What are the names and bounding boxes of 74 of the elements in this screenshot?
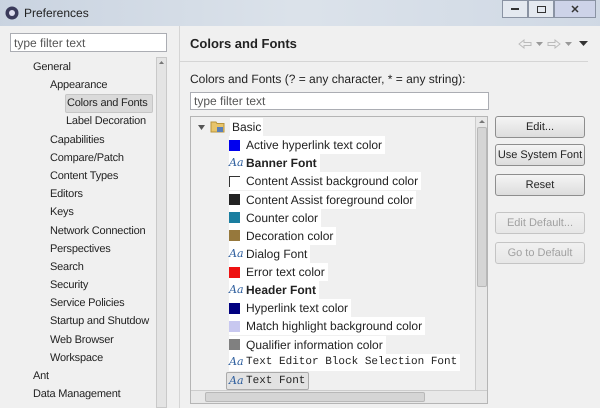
tree-item[interactable]: Data Management bbox=[32, 386, 122, 403]
tree-item[interactable]: Keys bbox=[49, 204, 75, 221]
button[interactable]: Use System Font bbox=[495, 144, 585, 166]
tree-item[interactable]: Content Assist foreground color bbox=[229, 190, 416, 209]
folder-icon bbox=[210, 120, 226, 134]
scrollbar[interactable] bbox=[156, 57, 167, 408]
filter-field[interactable]: type filter text bbox=[190, 92, 489, 110]
tree-item[interactable]: Decoration color bbox=[229, 226, 336, 245]
back-arrow-icon[interactable] bbox=[518, 38, 532, 48]
expand-arrow-icon[interactable] bbox=[197, 124, 206, 130]
tree-item[interactable]: Aa Banner Font bbox=[229, 154, 320, 172]
page-title: Colors and Fonts bbox=[190, 34, 298, 53]
scroll-thumb[interactable] bbox=[476, 127, 486, 287]
scrollbar[interactable] bbox=[475, 117, 487, 390]
tree-item[interactable]: Perspectives bbox=[49, 240, 112, 258]
tree-item[interactable]: Compare/Patch bbox=[49, 150, 125, 166]
menu-dropdown-icon[interactable] bbox=[579, 41, 588, 46]
tree-item[interactable]: Qualifier information color bbox=[229, 336, 386, 354]
tree-item[interactable]: Search bbox=[49, 258, 85, 276]
tree-item[interactable]: Service Policies bbox=[49, 295, 126, 312]
tree-item[interactable]: Startup and Shutdow bbox=[49, 313, 150, 330]
color-swatch bbox=[229, 212, 240, 224]
tree-item[interactable]: Editors bbox=[49, 186, 84, 203]
tree-item[interactable]: Appearance bbox=[49, 77, 108, 94]
scroll-thumb[interactable] bbox=[205, 392, 425, 402]
tree-item[interactable]: Label Decoration bbox=[65, 113, 147, 130]
tree-item[interactable]: General bbox=[32, 58, 72, 76]
close-icon bbox=[571, 5, 579, 13]
button[interactable]: Reset bbox=[495, 174, 585, 196]
font-icon: Aa bbox=[229, 246, 245, 262]
color-swatch bbox=[229, 140, 240, 151]
tree-item[interactable]: Counter color bbox=[229, 208, 322, 227]
filter-field[interactable]: type filter text bbox=[10, 33, 167, 52]
color-swatch bbox=[229, 176, 240, 187]
minimize-icon bbox=[511, 8, 519, 10]
color-swatch bbox=[229, 266, 240, 278]
font-icon: Aa bbox=[229, 282, 245, 298]
tree-item[interactable]: Colors and Fonts bbox=[65, 94, 153, 113]
font-icon: Aa bbox=[229, 155, 245, 172]
tree-item[interactable]: Content Assist background color bbox=[229, 172, 422, 190]
dropdown-icon[interactable] bbox=[565, 42, 572, 46]
color-swatch bbox=[229, 302, 240, 314]
tree-item[interactable]: Capabilities bbox=[49, 132, 106, 148]
font-icon: Aa bbox=[229, 354, 245, 371]
horizontal-scrollbar[interactable] bbox=[191, 390, 487, 403]
maximize-icon bbox=[536, 6, 546, 12]
tree-item[interactable]: Security bbox=[49, 277, 90, 294]
window-title: Preferences bbox=[24, 5, 89, 22]
close-button[interactable] bbox=[554, 0, 596, 18]
tree-item[interactable]: Active hyperlink text color bbox=[229, 136, 386, 154]
tree-item[interactable]: Content Types bbox=[49, 168, 120, 184]
tree-item[interactable]: Ant bbox=[32, 368, 50, 385]
button[interactable]: Edit... bbox=[495, 116, 585, 138]
color-swatch bbox=[229, 339, 240, 350]
forward-arrow-icon[interactable] bbox=[547, 38, 561, 48]
minimize-button[interactable] bbox=[502, 0, 528, 18]
tree-item[interactable]: Basic bbox=[230, 118, 264, 136]
dropdown-icon[interactable] bbox=[536, 42, 543, 46]
tree-item[interactable]: Aa Text Font bbox=[226, 372, 310, 390]
maximize-button[interactable] bbox=[528, 0, 554, 18]
tree-item[interactable]: Web Browser bbox=[49, 332, 115, 348]
tree-item[interactable]: Match highlight background color bbox=[229, 317, 426, 336]
color-swatch bbox=[229, 194, 240, 206]
color-swatch bbox=[229, 230, 240, 242]
tree-item[interactable]: Aa Text Editor Block Selection Font bbox=[229, 354, 460, 371]
tree-item[interactable]: Workspace bbox=[49, 350, 104, 366]
tree-item[interactable]: Network Connection bbox=[49, 222, 146, 240]
filter-label: Colors and Fonts (? = any character, * = any string): bbox=[190, 71, 466, 88]
tree-item[interactable]: Hyperlink text color bbox=[229, 299, 352, 318]
tree-item[interactable]: Error text color bbox=[229, 263, 328, 282]
tree-item[interactable]: Aa Header Font bbox=[229, 281, 320, 300]
color-swatch bbox=[229, 320, 240, 332]
font-icon: Aa bbox=[229, 372, 245, 390]
tree-item[interactable]: Aa Dialog Font bbox=[229, 244, 310, 263]
